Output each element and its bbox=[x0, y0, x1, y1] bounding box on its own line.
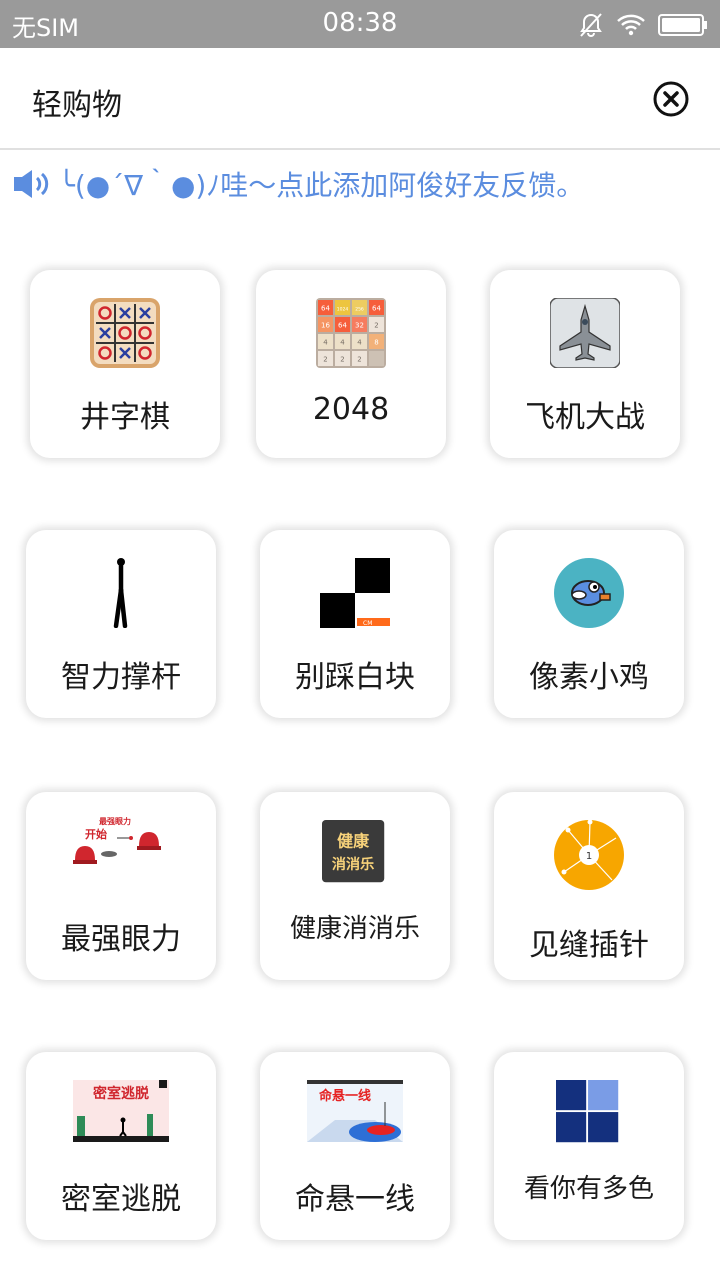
tile-value: 1024 bbox=[337, 307, 349, 313]
status-bar: 无SIM 08:38 bbox=[0, 0, 720, 48]
game-card-color-vision[interactable]: 看你有多色 bbox=[494, 1052, 684, 1240]
piano-tiles-icon: CM bbox=[320, 558, 390, 628]
tile-value: 256 bbox=[355, 307, 364, 313]
game-card-pin-circle[interactable]: 1 见缝插针 bbox=[494, 792, 684, 980]
feedback-notice[interactable]: ╰(●´∇｀●)ﾉ哇～点此添加阿俊好友反馈。 bbox=[12, 164, 584, 204]
svg-text:1: 1 bbox=[586, 851, 592, 862]
tile-value: 64 bbox=[372, 305, 381, 313]
game-card-healthy-match[interactable]: 健康 消消乐 健康消消乐 bbox=[260, 792, 450, 980]
game-label: 像素小鸡 bbox=[529, 660, 649, 695]
svg-text:健康: 健康 bbox=[337, 831, 370, 850]
game-card-piano-tiles[interactable]: CM 别踩白块 bbox=[260, 530, 450, 718]
tile-value: 16 bbox=[321, 322, 330, 330]
game-label: 见缝插针 bbox=[529, 928, 649, 963]
tile-value: 32 bbox=[355, 322, 364, 330]
tile-value: 64 bbox=[321, 305, 330, 313]
stick-figure-icon bbox=[113, 558, 128, 628]
svg-text:CM: CM bbox=[363, 620, 372, 627]
pin-circle-icon: 1 bbox=[554, 820, 624, 890]
escape-room-icon: 密室逃脱 bbox=[73, 1080, 169, 1142]
feedback-notice-text: ╰(●´∇｀●)ﾉ哇～点此添加阿俊好友反馈。 bbox=[58, 169, 585, 202]
svg-text:命悬一线: 命悬一线 bbox=[318, 1088, 371, 1104]
svg-text:开始: 开始 bbox=[85, 827, 107, 841]
tile-value: 2 bbox=[374, 322, 378, 330]
game-card-tic-tac-toe[interactable]: 井字棋 bbox=[30, 270, 220, 458]
game-card-fighter[interactable]: 飞机大战 bbox=[490, 270, 680, 458]
page-title: 轻购物 bbox=[32, 88, 122, 123]
game-card-pole-vault[interactable]: 智力撑杆 bbox=[26, 530, 216, 718]
status-icons bbox=[578, 10, 708, 40]
tile-value: 8 bbox=[374, 339, 378, 347]
hanging-line-icon: 命悬一线 bbox=[307, 1080, 403, 1142]
match-game-icon: 健康 消消乐 bbox=[322, 820, 385, 883]
tile-value: 64 bbox=[338, 322, 347, 330]
tile-value: 4 bbox=[340, 339, 345, 347]
battery-icon bbox=[658, 14, 707, 36]
game-label: 命悬一线 bbox=[295, 1182, 415, 1217]
tile-value: 4 bbox=[357, 339, 362, 347]
tile-value: 2 bbox=[340, 356, 344, 364]
game-label: 2048 bbox=[312, 392, 390, 427]
svg-text:消消乐: 消消乐 bbox=[332, 856, 374, 873]
tile-value: 2 bbox=[323, 356, 327, 364]
wifi-icon bbox=[617, 14, 645, 36]
tic-tac-toe-icon bbox=[90, 298, 160, 368]
game-label: 别踩白块 bbox=[295, 660, 415, 695]
color-grid-icon bbox=[556, 1080, 619, 1143]
tile-value: 4 bbox=[323, 339, 328, 347]
speaker-icon bbox=[14, 170, 49, 198]
game-card-pixel-bird[interactable]: 像素小鸡 bbox=[494, 530, 684, 718]
game-label: 看你有多色 bbox=[523, 1174, 654, 1204]
svg-text:最强眼力: 最强眼力 bbox=[99, 816, 131, 826]
game-label: 智力撑杆 bbox=[61, 660, 181, 695]
tile-value: 2 bbox=[357, 356, 361, 364]
fighter-jet-icon bbox=[550, 298, 620, 368]
cups-game-icon: 最强眼力 开始 bbox=[73, 816, 161, 864]
game-label: 井字棋 bbox=[80, 400, 170, 435]
svg-text:密室逃脱: 密室逃脱 bbox=[92, 1085, 149, 1102]
close-icon[interactable] bbox=[652, 80, 690, 118]
game-card-sharp-eyes[interactable]: 最强眼力 开始 最强眼力 bbox=[26, 792, 216, 980]
game-label: 密室逃脱 bbox=[61, 1182, 181, 1217]
app-header: 轻购物 bbox=[0, 48, 720, 150]
game-card-escape-room[interactable]: 密室逃脱 密室逃脱 bbox=[26, 1052, 216, 1240]
bell-muted-icon bbox=[580, 13, 602, 37]
game-card-2048[interactable]: 64 1024 256 64 16 64 32 2 4 4 4 8 2 2 2 2048 bbox=[256, 270, 446, 458]
game-label: 健康消消乐 bbox=[289, 914, 420, 944]
game-card-hanging-line[interactable]: 命悬一线 命悬一线 bbox=[260, 1052, 450, 1240]
pixel-bird-icon bbox=[554, 558, 624, 628]
game-label: 飞机大战 bbox=[525, 400, 645, 435]
2048-icon: 64 1024 256 64 16 64 32 2 4 4 4 8 2 2 2 bbox=[316, 298, 386, 368]
game-label: 最强眼力 bbox=[61, 922, 181, 957]
